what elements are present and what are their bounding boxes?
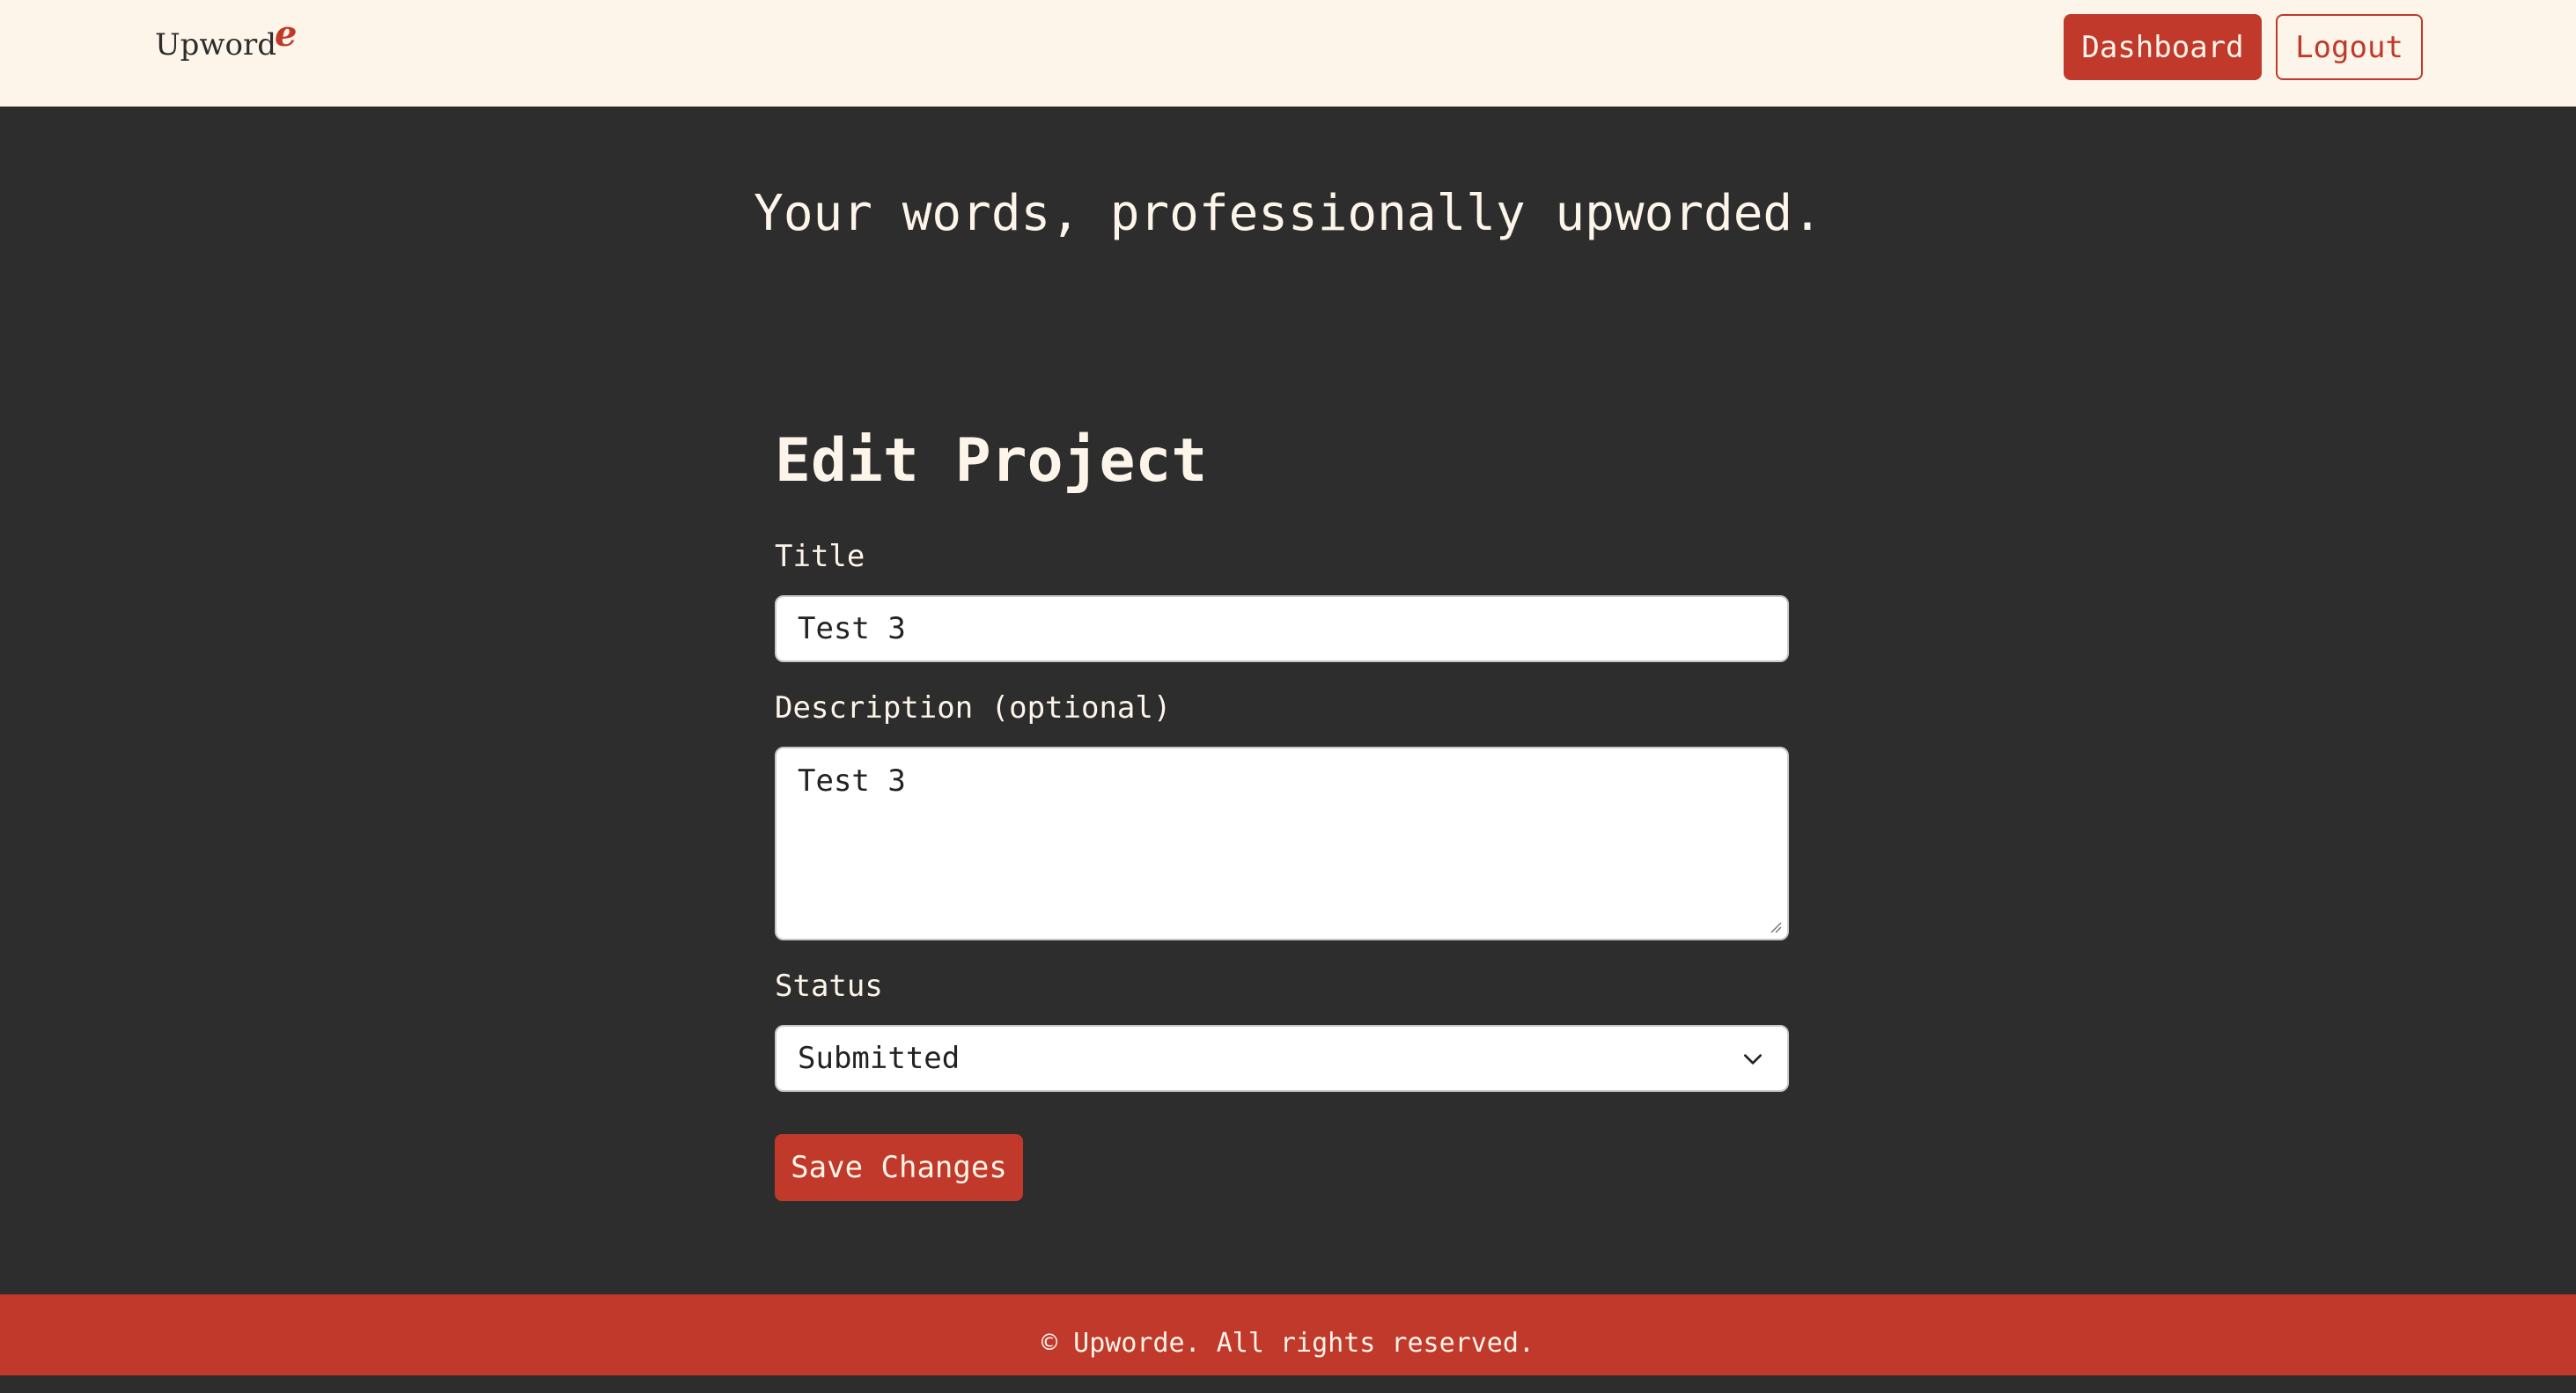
edit-project-form: Edit Project Title Test 3 Description (o… [775, 419, 1789, 1201]
description-label: Description (optional) [775, 690, 1172, 726]
title-input[interactable]: Test 3 [775, 595, 1789, 662]
description-textarea[interactable]: Test 3 [775, 747, 1789, 940]
dashboard-button[interactable]: Dashboard [2064, 14, 2262, 80]
hero-tagline: Your words, professionally upworded. [754, 185, 1822, 242]
resize-handle-icon[interactable] [1768, 919, 1782, 933]
status-select[interactable]: Submitted [775, 1025, 1789, 1092]
save-changes-button[interactable]: Save Changes [775, 1134, 1023, 1201]
page-title: Edit Project [775, 426, 1208, 496]
title-label: Title [775, 539, 865, 574]
brand-logo[interactable]: Upword e [155, 13, 297, 67]
description-value: Test 3 [798, 763, 906, 799]
top-nav: Upword e Dashboard Logout [0, 0, 2576, 107]
copyright-text: © Upworde. All rights reserved. [1041, 1328, 1535, 1359]
logo-accent-letter: e [275, 13, 298, 55]
status-label: Status [775, 969, 883, 1004]
status-selected-value: Submitted [798, 1041, 960, 1076]
footer: © Upworde. All rights reserved. [0, 1294, 2576, 1375]
logo-text: Upword [155, 27, 277, 63]
chevron-down-icon [1743, 1054, 1763, 1065]
logout-button[interactable]: Logout [2276, 14, 2423, 80]
